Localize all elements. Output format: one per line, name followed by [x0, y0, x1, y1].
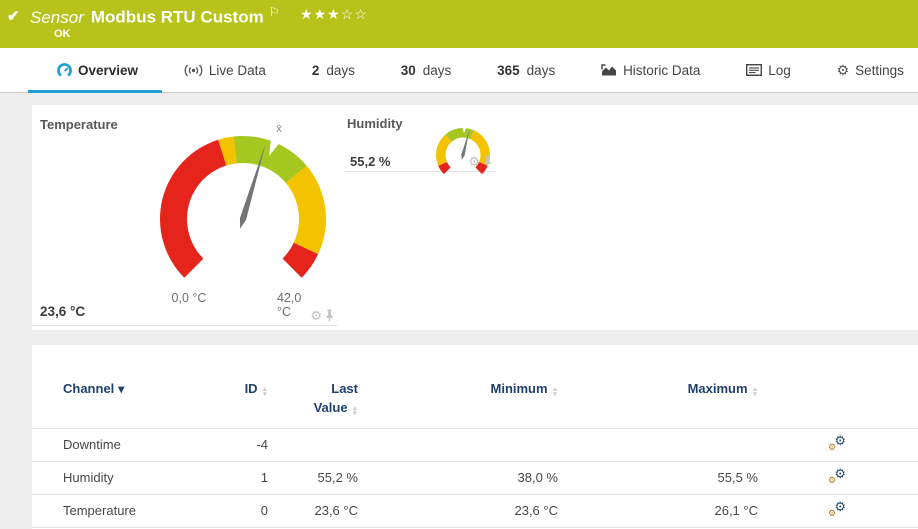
channel-filter-caret-icon: ▾ — [118, 382, 125, 396]
channel-name[interactable]: Downtime — [32, 428, 232, 462]
channel-maximum: 26,1 °C — [562, 494, 762, 528]
channel-minimum: 38,0 % — [362, 461, 562, 495]
live-signal-icon — [184, 64, 203, 76]
tab-label: Log — [768, 62, 791, 78]
object-kind-label: Sensor — [30, 7, 84, 27]
channel-settings-icon[interactable]: ⚙ ⚙ — [828, 499, 846, 518]
channel-maximum: 55,5 % — [562, 461, 762, 495]
log-list-icon — [746, 64, 763, 76]
status-ok-check-icon: ✔ — [7, 8, 20, 25]
pin-icon[interactable] — [483, 155, 492, 168]
tab-label: days — [422, 62, 452, 78]
stars-filled: ★★★ — [300, 6, 341, 22]
table-header-row: Channel ▾ ID ▲ ▼ Last Value ▲ ▼ Minimum ▲ ▼ Maxi… — [32, 367, 918, 429]
gauge-current-value: 55,2 % — [350, 154, 391, 169]
pin-icon[interactable] — [325, 309, 334, 322]
table-row[interactable]: Downtime -4 ⚙ ⚙ — [32, 428, 918, 462]
historic-chart-icon — [601, 64, 617, 76]
tab-2-days[interactable]: 2 days — [312, 48, 355, 93]
channel-last-value: 55,2 % — [272, 461, 362, 495]
tab-365-days[interactable]: 365 days — [497, 48, 555, 93]
channel-settings-icon[interactable]: ⚙ ⚙ — [828, 433, 846, 452]
tab-label: Historic Data — [623, 62, 701, 78]
channel-last-value: 23,6 °C — [272, 494, 362, 528]
tab-historic-data[interactable]: Historic Data — [601, 48, 700, 93]
channel-minimum — [362, 428, 562, 462]
sensor-header: ✔ Sensor Modbus RTU Custom ⚐ ★★★☆☆ OK — [0, 0, 918, 48]
sensor-status-badge: OK — [54, 28, 71, 40]
sensor-name: Modbus RTU Custom — [90, 7, 264, 27]
table-row[interactable]: Humidity 1 55,2 % 38,0 % 55,5 % ⚙ ⚙ — [32, 461, 918, 495]
tab-bar: Overview Live Data 2 days 30 days 365 da… — [0, 48, 918, 93]
tab-settings[interactable]: ⚙ Settings — [837, 48, 904, 93]
flag-icon[interactable]: ⚐ — [269, 5, 280, 19]
gauge-title: Humidity — [347, 116, 403, 131]
column-header-maximum[interactable]: Maximum ▲ ▼ — [562, 367, 762, 429]
channel-id: 1 — [232, 461, 272, 495]
tab-overview[interactable]: Overview — [27, 48, 163, 93]
column-header-id[interactable]: ID ▲ ▼ — [232, 367, 272, 429]
gauge-settings-gear-icon[interactable]: ⚙ — [468, 155, 480, 168]
column-header-last-value[interactable]: Last Value ▲ ▼ — [272, 367, 362, 429]
sort-icon: ▲ ▼ — [261, 386, 268, 398]
channel-id: 0 — [232, 494, 272, 528]
column-header-channel[interactable]: Channel ▾ — [32, 367, 232, 429]
stars-empty: ☆☆ — [340, 6, 368, 22]
svg-text:x̄: x̄ — [276, 123, 282, 135]
gauge-min-label: 0,0 °C — [171, 291, 207, 305]
channel-id: -4 — [232, 428, 272, 462]
gear-icon: ⚙ — [836, 62, 850, 78]
tab-number: 2 — [311, 62, 320, 78]
sort-icon: ▲ ▼ — [351, 404, 358, 417]
tab-live-data[interactable]: Live Data — [184, 48, 266, 93]
column-header-actions — [762, 367, 918, 429]
gauge-current-value: 23,6 °C — [40, 304, 86, 319]
tab-label: Settings — [855, 62, 904, 78]
channel-name[interactable]: Temperature — [32, 494, 232, 528]
table-row[interactable]: Temperature 0 23,6 °C 23,6 °C 26,1 °C ⚙ ⚙ — [32, 494, 918, 528]
tab-label: Overview — [78, 62, 139, 78]
column-header-minimum[interactable]: Minimum ▲ ▼ — [362, 367, 562, 429]
sort-icon: ▲ ▼ — [551, 386, 558, 398]
channel-minimum: 23,6 °C — [362, 494, 562, 528]
priority-stars[interactable]: ★★★☆☆ — [300, 6, 368, 23]
temperature-gauge-tile[interactable]: Temperature x̄ 0,0 °C 42,0 °C 23,6 °C ⚙ — [32, 105, 337, 326]
channel-settings-icon[interactable]: ⚙ ⚙ — [828, 466, 846, 485]
channel-last-value — [272, 428, 362, 462]
tab-label: days — [326, 62, 355, 78]
channel-name[interactable]: Humidity — [32, 461, 232, 495]
sensor-title-row: Sensor Modbus RTU Custom ⚐ — [30, 5, 279, 28]
tab-30-days[interactable]: 30 days — [401, 48, 452, 93]
channel-table-panel: Channel ▾ ID ▲ ▼ Last Value ▲ ▼ Minimum ▲ ▼ Maxi… — [32, 345, 918, 529]
gauge-title: Temperature — [40, 117, 118, 132]
overview-gauges-panel: Temperature x̄ 0,0 °C 42,0 °C 23,6 °C ⚙ … — [32, 105, 918, 330]
humidity-gauge-tile[interactable]: Humidity 55,2 % ⚙ — [345, 111, 495, 175]
sort-icon: ▲ ▼ — [751, 386, 758, 398]
channel-maximum — [562, 428, 762, 462]
tab-number: 365 — [497, 62, 520, 78]
channel-table: Channel ▾ ID ▲ ▼ Last Value ▲ ▼ Minimum ▲ ▼ Maxi… — [32, 367, 918, 528]
tab-number: 30 — [400, 62, 416, 78]
gauge-settings-gear-icon[interactable]: ⚙ — [310, 309, 322, 322]
temperature-gauge: x̄ — [160, 123, 326, 278]
gauge-icon — [57, 62, 72, 76]
tab-label: days — [526, 62, 556, 78]
tab-label: Live Data — [208, 62, 266, 78]
tab-log[interactable]: Log — [746, 48, 791, 93]
